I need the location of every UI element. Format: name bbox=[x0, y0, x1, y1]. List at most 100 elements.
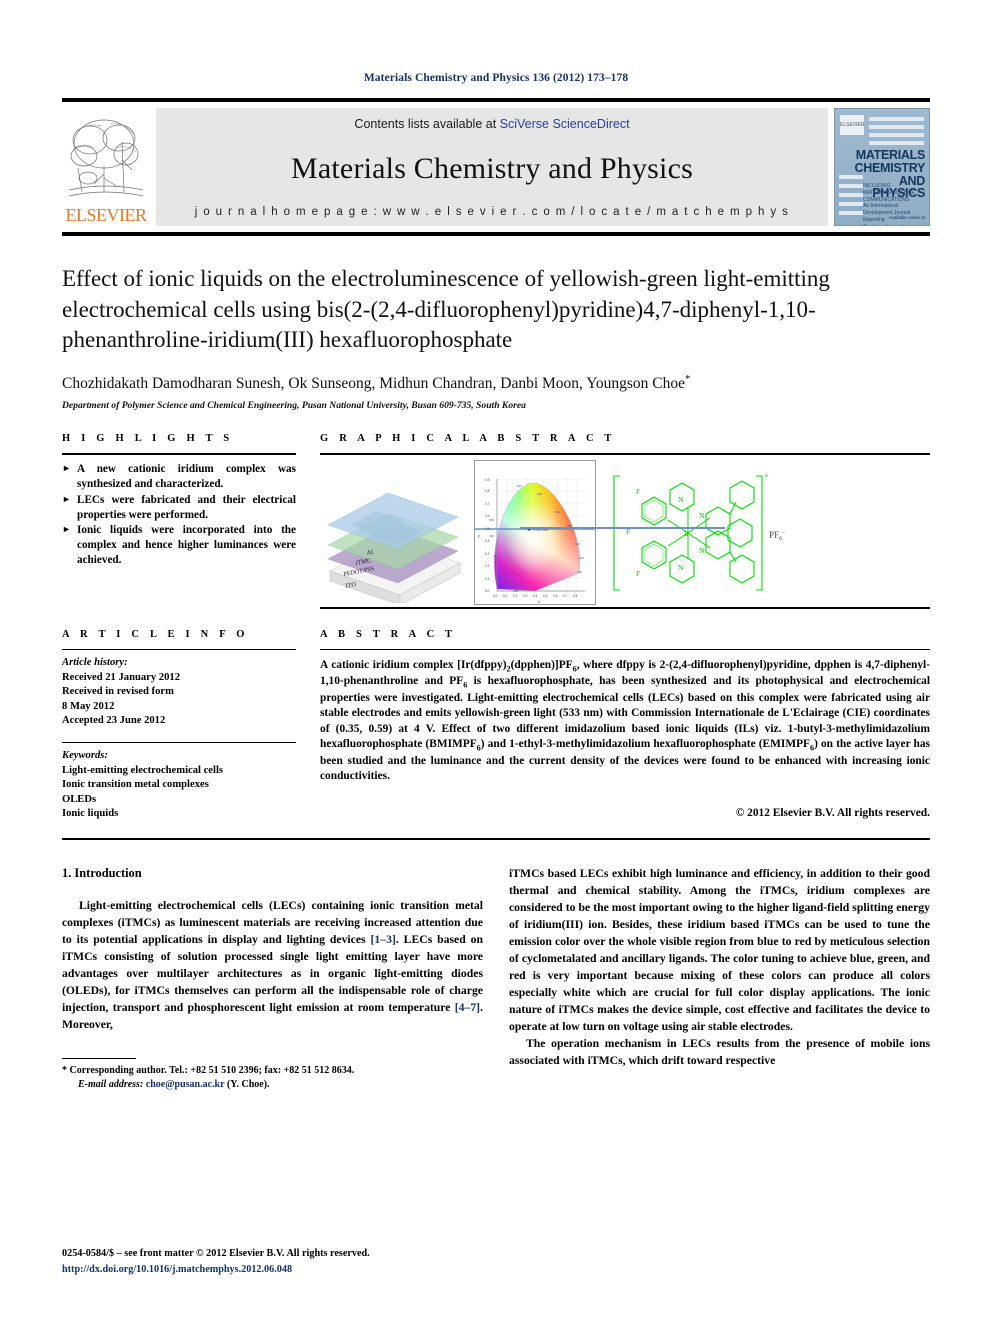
molecular-structure-illustration: Ir F F F N N N N + PF6− bbox=[606, 458, 801, 608]
svg-text:0.1: 0.1 bbox=[503, 594, 508, 598]
highlights-graphical-band: H I G H L I G H T S ► A new cationic iri… bbox=[62, 433, 930, 609]
sciencedirect-link[interactable]: SciVerse ScienceDirect bbox=[500, 117, 630, 131]
svg-text:540: 540 bbox=[537, 492, 542, 496]
email-note: E-mail address: choe@pusan.ac.kr (Y. Cho… bbox=[62, 1078, 483, 1093]
svg-text:600: 600 bbox=[575, 542, 580, 546]
svg-text:480: 480 bbox=[493, 554, 498, 558]
body-column-right: iTMCs based LECs exhibit high luminance … bbox=[509, 866, 930, 1093]
masthead-center-panel: Contents lists available at SciVerse Sci… bbox=[156, 108, 828, 226]
highlights-heading: H I G H L I G H T S bbox=[62, 432, 234, 444]
list-item: ► A new cationic iridium complex was syn… bbox=[62, 462, 296, 492]
contents-available-line: Contents lists available at SciVerse Sci… bbox=[354, 117, 629, 131]
svg-text:0.6: 0.6 bbox=[485, 514, 490, 518]
article-history-item: 8 May 2012 bbox=[62, 700, 115, 712]
cover-sub-line2: MATERIALS SCIENCE bbox=[863, 189, 915, 196]
keywords-block: Keywords: Light-emitting electrochemical… bbox=[62, 743, 296, 822]
author-list: Chozhidakath Damodharan Sunesh, Ok Sunse… bbox=[62, 373, 930, 393]
articleinfo-abstract-band: A R T I C L E I N F O Article history: R… bbox=[62, 629, 930, 822]
highlight-text: LECs were fabricated and their electrica… bbox=[77, 493, 296, 521]
colophon-line1: 0254-0584/$ – see front matter © 2012 El… bbox=[62, 1248, 370, 1260]
graphical-abstract-figure: Al iTMC PEDOT:PSS ITO 0.35, 0.59 520 540… bbox=[320, 455, 930, 607]
svg-text:0.0: 0.0 bbox=[485, 589, 490, 593]
article-info-column: A R T I C L E I N F O Article history: R… bbox=[62, 629, 296, 822]
list-item: ► LECs were fabricated and their electri… bbox=[62, 493, 296, 523]
abstract-paragraph: A cationic iridium complex [Ir(dfppy)2(d… bbox=[320, 658, 930, 783]
keyword-item: OLEDs bbox=[62, 793, 97, 805]
molecule-svg: Ir F F F N N N N + PF6− bbox=[613, 471, 786, 591]
journal-cover-thumbnail: ELSEVIER MATERIALS CHEMISTRY AND PHYSICS… bbox=[834, 108, 930, 226]
list-item: ► Ionic liquids were incorporated into t… bbox=[62, 523, 296, 568]
cover-sub-line1: INCLUDING bbox=[863, 183, 891, 189]
atom-label-n4: N bbox=[678, 563, 684, 572]
body-column-left: 1. Introduction Light-emitting electroch… bbox=[62, 866, 483, 1093]
highlight-text: Ionic liquids were incorporated into the… bbox=[77, 524, 296, 567]
keywords-label: Keywords: bbox=[62, 749, 108, 761]
highlights-column: H I G H L I G H T S ► A new cationic iri… bbox=[62, 433, 296, 609]
corresponding-author-marker: * bbox=[684, 372, 691, 385]
section-divider-rule bbox=[62, 837, 930, 840]
svg-text:0.9: 0.9 bbox=[485, 478, 490, 482]
running-head: Materials Chemistry and Physics 136 (201… bbox=[363, 72, 629, 84]
counterion-label: PF6− bbox=[769, 530, 786, 542]
email-label: E-mail address: bbox=[78, 1079, 144, 1091]
cover-sub-line3: COMMUNICATIONS bbox=[863, 196, 910, 203]
journal-homepage-line[interactable]: j o u r n a l h o m e p a g e : w w w . … bbox=[195, 206, 790, 218]
article-info-heading: A R T I C L E I N F O bbox=[62, 628, 249, 640]
pointer-line bbox=[520, 526, 725, 529]
highlight-text: A new cationic iridium complex was synth… bbox=[77, 462, 296, 490]
article-history-item: Received in revised form bbox=[62, 686, 174, 698]
svg-text:0.5: 0.5 bbox=[543, 594, 548, 598]
cover-title-line1: MATERIALS bbox=[855, 148, 926, 162]
svg-text:0.7: 0.7 bbox=[563, 594, 568, 598]
bullet-arrow-icon: ► bbox=[62, 524, 71, 535]
cation-charge-label: + bbox=[764, 471, 769, 480]
svg-text:0.6: 0.6 bbox=[553, 594, 558, 598]
svg-text:490: 490 bbox=[489, 534, 494, 538]
svg-text:0.4: 0.4 bbox=[485, 539, 490, 543]
svg-text:380: 380 bbox=[513, 589, 518, 593]
footnote-block: * Corresponding author. Tel.: +82 51 510… bbox=[62, 1057, 483, 1093]
footnote-rule bbox=[62, 1057, 136, 1059]
elsevier-wordmark: ELSEVIER bbox=[65, 205, 148, 225]
body-columns: 1. Introduction Light-emitting electroch… bbox=[62, 866, 930, 1093]
atom-label-f3: F bbox=[636, 569, 640, 578]
svg-text:0.4: 0.4 bbox=[533, 594, 538, 598]
svg-text:560: 560 bbox=[555, 510, 560, 514]
svg-text:0.2: 0.2 bbox=[513, 594, 518, 598]
cie-marker-label: 0.35, 0.59 bbox=[533, 528, 548, 532]
atom-label-f1: F bbox=[636, 487, 640, 496]
email-suffix: (Y. Choe). bbox=[224, 1079, 270, 1091]
keyword-item: Light-emitting electrochemical cells bbox=[62, 764, 224, 776]
cover-footer: Available online at bbox=[888, 215, 925, 220]
svg-text:0.3: 0.3 bbox=[523, 594, 528, 598]
title-block: Effect of ionic liquids on the electrolu… bbox=[62, 264, 930, 411]
paper-page: Materials Chemistry and Physics 136 (201… bbox=[0, 0, 992, 1323]
colophon: 0254-0584/$ – see front matter © 2012 El… bbox=[62, 1246, 370, 1277]
bullet-arrow-icon: ► bbox=[62, 462, 71, 473]
atom-label-ir: Ir bbox=[684, 529, 689, 538]
cover-top-bars bbox=[869, 117, 924, 149]
keyword-item: Ionic transition metal complexes bbox=[62, 779, 209, 791]
graphical-abstract-column: G R A P H I C A L A B S T R A C T Al iTM… bbox=[320, 433, 930, 609]
email-link[interactable]: choe@pusan.ac.kr bbox=[146, 1079, 225, 1090]
elsevier-logo: ELSEVIER bbox=[62, 108, 150, 226]
article-history-item: Accepted 23 June 2012 bbox=[62, 715, 166, 727]
cover-sub-line5: Condensation and Materials in Material S… bbox=[863, 224, 925, 226]
cie-diagram-svg: 0.35, 0.59 520 540 560 580 600 620 700 5… bbox=[475, 461, 595, 605]
abstract-heading: A B S T R A C T bbox=[320, 628, 457, 640]
article-history-block: Article history: Received 21 January 201… bbox=[62, 650, 296, 729]
cie-ylabel: y bbox=[478, 533, 480, 538]
svg-text:520: 520 bbox=[517, 484, 522, 488]
keyword-item: Ionic liquids bbox=[62, 808, 119, 820]
doi-link[interactable]: http://dx.doi.org/10.1016/j.matchemphys.… bbox=[62, 1262, 370, 1277]
article-history-label: Article history: bbox=[62, 656, 128, 668]
atom-label-n3: N bbox=[678, 495, 684, 504]
svg-text:0.8: 0.8 bbox=[485, 489, 490, 493]
atom-label-n1: N bbox=[699, 511, 705, 520]
svg-text:700: 700 bbox=[577, 570, 582, 574]
bullet-arrow-icon: ► bbox=[62, 493, 71, 504]
svg-text:0.2: 0.2 bbox=[485, 564, 490, 568]
svg-text:620: 620 bbox=[579, 556, 584, 560]
highlights-list: ► A new cationic iridium complex was syn… bbox=[62, 455, 296, 568]
atom-label-n2: N bbox=[699, 546, 705, 555]
